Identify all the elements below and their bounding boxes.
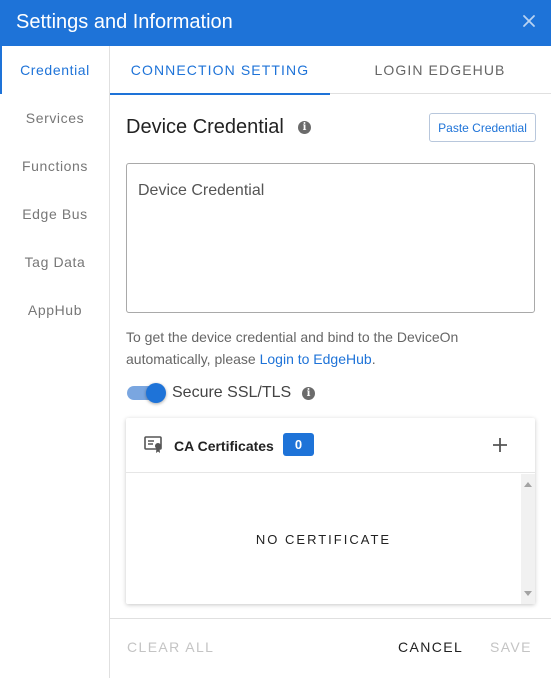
certificate-icon xyxy=(144,436,162,453)
scroll-down-arrow-icon[interactable] xyxy=(524,591,532,596)
close-icon[interactable] xyxy=(521,13,537,29)
sidebar-item-apphub[interactable]: AppHub xyxy=(0,286,110,334)
plus-icon[interactable] xyxy=(489,434,511,456)
login-edgehub-link[interactable]: Login to EdgeHub xyxy=(260,351,372,367)
section-title: Device Credential xyxy=(126,116,284,138)
cancel-button[interactable]: CANCEL xyxy=(398,639,463,655)
toggle-knob xyxy=(146,383,166,403)
sidebar: Credential Services Functions Edge Bus T… xyxy=(0,46,110,678)
credential-input[interactable] xyxy=(126,163,535,313)
certificate-count-badge: 0 xyxy=(283,433,314,456)
paste-credential-button[interactable]: Paste Credential xyxy=(429,113,536,142)
scroll-up-arrow-icon[interactable] xyxy=(524,482,532,487)
save-button[interactable]: SAVE xyxy=(490,639,532,655)
dialog-footer: CLEAR ALL CANCEL SAVE xyxy=(110,618,551,678)
tab-bar: CONNECTION SETTING LOGIN EDGEHUB xyxy=(110,46,551,95)
sidebar-item-tag-data[interactable]: Tag Data xyxy=(0,238,110,286)
empty-state-text: NO CERTIFICATE xyxy=(255,532,392,547)
help-text-end: . xyxy=(371,351,376,367)
dialog-titlebar: Settings and Information xyxy=(0,0,551,46)
card-header: CA Certificates 0 xyxy=(126,418,535,473)
sidebar-item-functions[interactable]: Functions xyxy=(0,142,110,190)
clear-all-button[interactable]: CLEAR ALL xyxy=(127,639,214,655)
sidebar-item-edge-bus[interactable]: Edge Bus xyxy=(0,190,110,238)
certificate-list-scrollbar[interactable] xyxy=(521,474,535,604)
ca-certificates-title: CA Certificates xyxy=(174,438,274,454)
info-icon[interactable]: i xyxy=(298,121,311,134)
ca-certificates-card: CA Certificates 0 NO CERTIFICATE xyxy=(126,418,535,604)
sidebar-item-credential[interactable]: Credential xyxy=(0,46,110,94)
help-text: To get the device credential and bind to… xyxy=(126,326,536,370)
tab-connection-setting[interactable]: CONNECTION SETTING xyxy=(110,46,330,95)
sidebar-item-services[interactable]: Services xyxy=(0,94,110,142)
dialog-title: Settings and Information xyxy=(16,11,233,33)
ssl-toggle-label: Secure SSL/TLS xyxy=(172,384,292,401)
certificate-list: NO CERTIFICATE xyxy=(126,474,521,604)
ssl-toggle[interactable] xyxy=(127,383,166,403)
tab-login-edgehub[interactable]: LOGIN EDGEHUB xyxy=(330,46,550,94)
ssl-info-icon[interactable]: i xyxy=(302,387,315,400)
